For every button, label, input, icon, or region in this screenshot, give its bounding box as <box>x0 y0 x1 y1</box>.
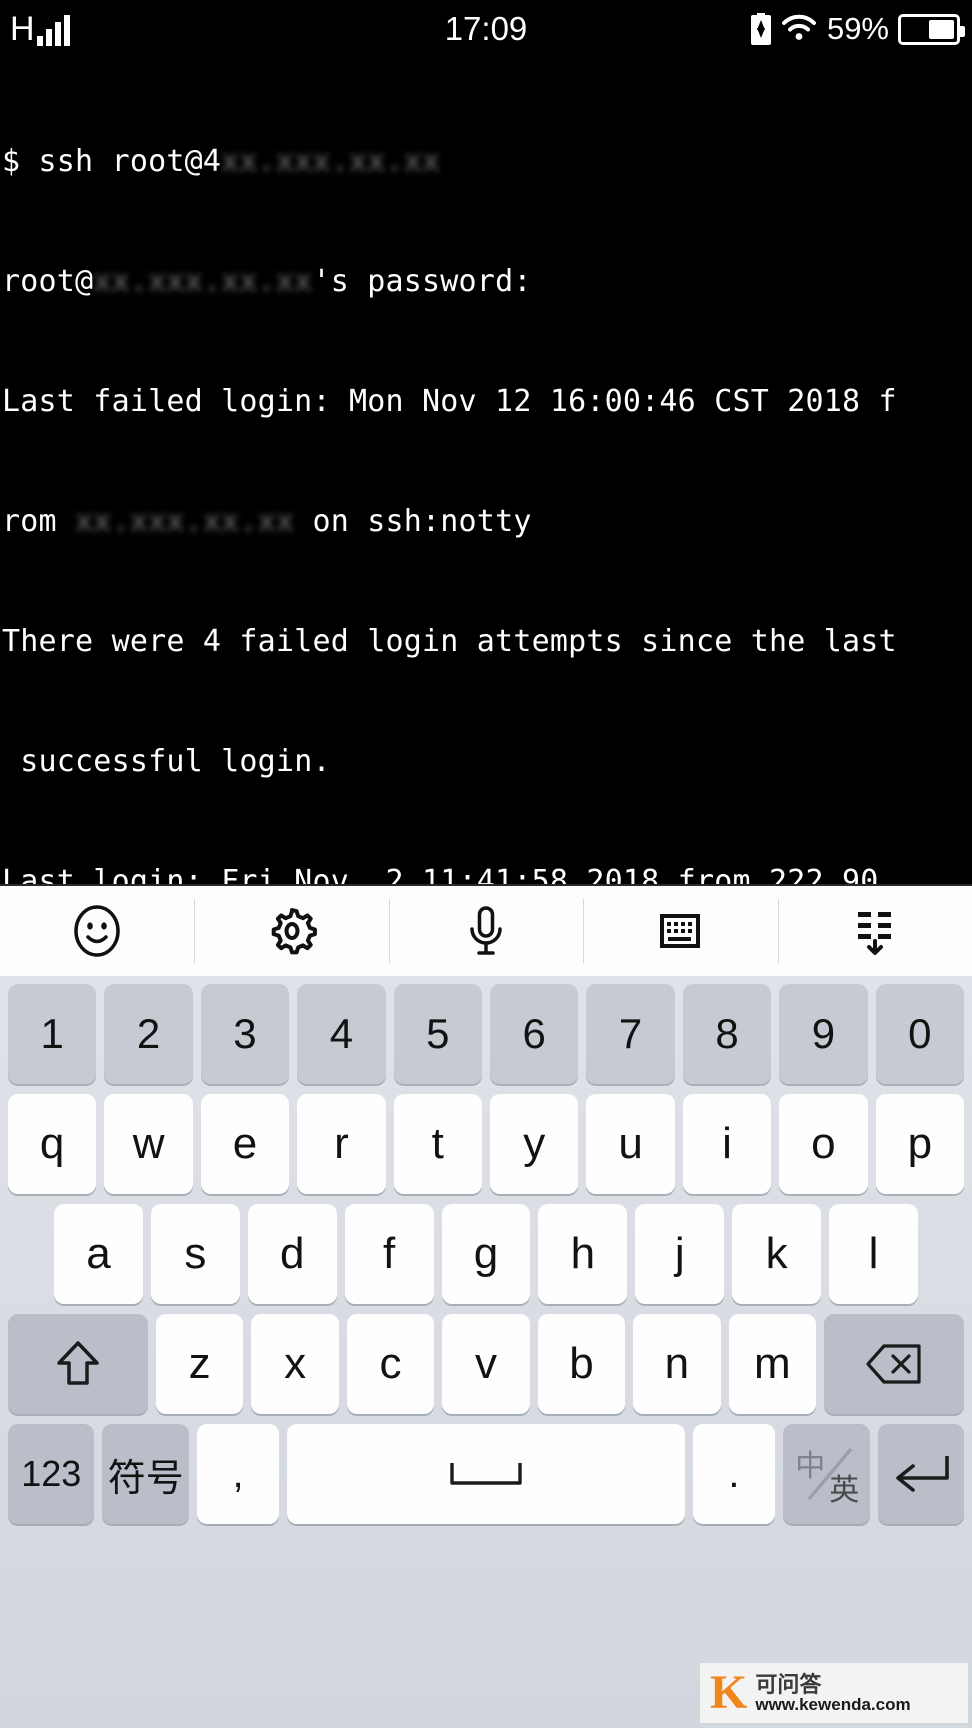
key-o[interactable]: o <box>779 1094 868 1194</box>
keyboard-row-qwerty: q w e r t y u i o p <box>4 1094 968 1194</box>
key-8[interactable]: 8 <box>682 984 772 1084</box>
key-3[interactable]: 3 <box>200 984 290 1084</box>
wifi-icon <box>780 12 818 47</box>
key-l[interactable]: l <box>829 1204 919 1304</box>
key-1[interactable]: 1 <box>7 984 97 1084</box>
battery-percent-label: 59% <box>826 11 889 46</box>
keyboard-row-zxcvbnm: z x c v b n m <box>4 1314 968 1414</box>
language-toggle-key[interactable]: 中 英 <box>783 1424 870 1524</box>
key-q[interactable]: q <box>7 1094 97 1194</box>
enter-key[interactable] <box>877 1424 964 1524</box>
key-j[interactable]: j <box>635 1204 725 1304</box>
key-w[interactable]: w <box>104 1094 193 1194</box>
terminal-line-password-prompt: root@xx.xxx.xx.xx's password: <box>2 262 972 302</box>
key-f[interactable]: f <box>344 1204 434 1304</box>
key-2[interactable]: 2 <box>104 984 193 1084</box>
backspace-icon <box>865 1342 923 1386</box>
shift-arrow-icon <box>53 1337 103 1391</box>
redacted-host: xx.xxx.xx.xx <box>75 504 295 539</box>
watermark-site-name: 可问答 <box>755 1671 822 1697</box>
key-c[interactable]: c <box>346 1314 435 1414</box>
key-5[interactable]: 5 <box>393 984 482 1084</box>
on-screen-keyboard: 1 2 3 4 5 6 7 8 9 0 q w e r t y u i o p … <box>0 976 972 1728</box>
terminal-line-last-failed-login-cont: rom xx.xxx.xx.xx on ssh:notty <box>2 502 972 542</box>
space-bar-icon <box>446 1457 526 1491</box>
keyboard-row-bottom: 123 符号 , . 中 英 <box>4 1424 968 1524</box>
key-i[interactable]: i <box>682 1094 772 1194</box>
terminal-line-last-login: Last login: Fri Nov 2 11:41:58 2018 from… <box>2 864 897 884</box>
terminal-output[interactable]: $ ssh root@4xx.xxx.xx.xx root@xx.xxx.xx.… <box>0 58 972 884</box>
terminal-line-failed-attempts-cont: successful login. <box>2 744 331 779</box>
backspace-key[interactable] <box>824 1314 965 1414</box>
terminal-line-ssh-command: $ ssh root@4xx.xxx.xx.xx <box>2 142 972 182</box>
microphone-icon[interactable] <box>388 895 583 967</box>
key-t[interactable]: t <box>393 1094 482 1194</box>
key-m[interactable]: m <box>728 1314 817 1414</box>
site-watermark: K 可问答 www.kewenda.com <box>700 1663 968 1723</box>
redacted-host: xx.xxx.xx.xx <box>221 144 441 179</box>
status-bar-right-cluster: 59% <box>750 11 965 47</box>
key-0[interactable]: 0 <box>875 984 965 1084</box>
keyboard-row-home: a s d f g h j k l <box>4 1204 968 1304</box>
key-s[interactable]: s <box>150 1204 240 1304</box>
key-x[interactable]: x <box>251 1314 339 1414</box>
key-r[interactable]: r <box>297 1094 386 1194</box>
key-b[interactable]: b <box>537 1314 626 1414</box>
key-d[interactable]: d <box>247 1204 337 1304</box>
enter-arrow-icon <box>889 1452 953 1496</box>
watermark-url: www.kewenda.com <box>755 1694 911 1714</box>
phone-screen: H 17:09 59% $ ssh root@4xx.xxx.xx.xx roo… <box>0 0 972 1728</box>
watermark-logo-letter: K <box>710 1666 748 1719</box>
charging-battery-icon <box>750 13 771 45</box>
key-e[interactable]: e <box>200 1094 290 1194</box>
keyboard-row-numbers: 1 2 3 4 5 6 7 8 9 0 <box>4 984 968 1084</box>
redacted-host: xx.xxx.xx.xx <box>93 264 313 299</box>
terminal-line-last-failed-login: Last failed login: Mon Nov 12 16:00:46 C… <box>2 384 897 419</box>
status-bar: H 17:09 59% <box>0 0 972 58</box>
key-9[interactable]: 9 <box>779 984 868 1084</box>
key-z[interactable]: z <box>155 1314 244 1414</box>
emoji-smiley-icon[interactable] <box>0 895 194 967</box>
hide-keyboard-icon[interactable] <box>777 895 972 967</box>
key-6[interactable]: 6 <box>490 984 579 1084</box>
keyboard-toolbar <box>0 884 972 976</box>
shift-key[interactable] <box>8 1314 148 1414</box>
battery-icon <box>898 13 965 45</box>
key-n[interactable]: n <box>633 1314 721 1414</box>
key-h[interactable]: h <box>538 1204 628 1304</box>
key-y[interactable]: y <box>490 1094 579 1194</box>
key-g[interactable]: g <box>441 1204 531 1304</box>
language-toggle-icon: 中 英 <box>791 1439 861 1509</box>
gear-icon[interactable] <box>194 895 388 967</box>
key-u[interactable]: u <box>586 1094 675 1194</box>
numeric-mode-key[interactable]: 123 <box>8 1424 95 1524</box>
space-key[interactable] <box>287 1424 685 1524</box>
key-period[interactable]: . <box>692 1424 776 1524</box>
key-k[interactable]: k <box>732 1204 822 1304</box>
key-p[interactable]: p <box>875 1094 965 1194</box>
key-7[interactable]: 7 <box>586 984 675 1084</box>
key-comma[interactable]: , <box>196 1424 280 1524</box>
keyboard-icon[interactable] <box>583 895 777 967</box>
terminal-line-failed-attempts: There were 4 failed login attempts since… <box>2 624 897 659</box>
key-v[interactable]: v <box>442 1314 530 1414</box>
key-a[interactable]: a <box>54 1204 143 1304</box>
key-4[interactable]: 4 <box>297 984 386 1084</box>
symbol-mode-key[interactable]: 符号 <box>102 1424 189 1524</box>
